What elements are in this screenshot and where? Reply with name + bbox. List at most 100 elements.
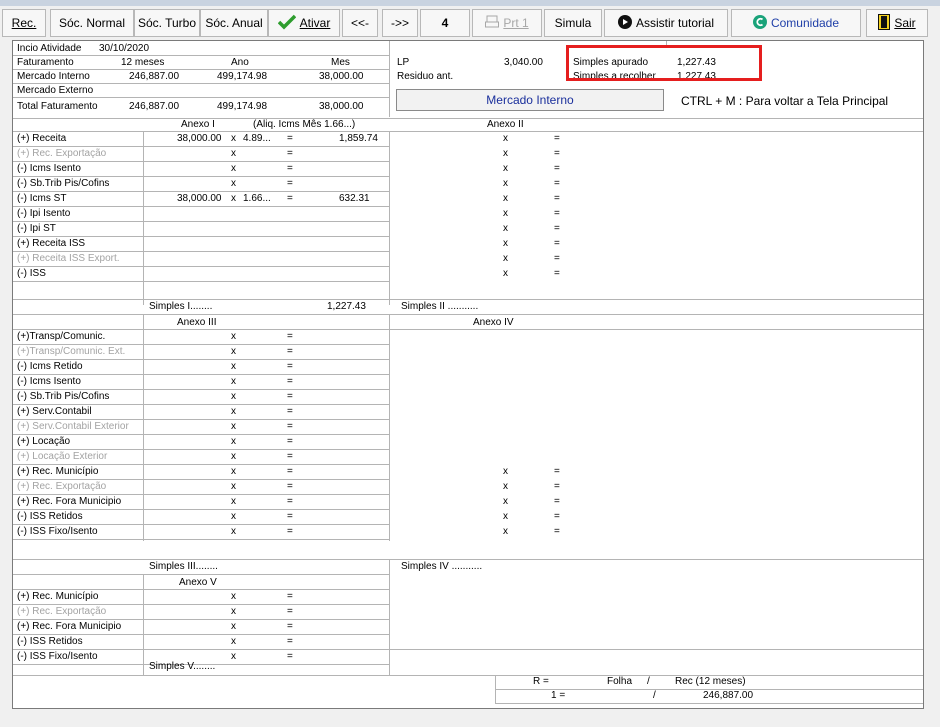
anexo-iv-row-eq: = — [554, 496, 560, 507]
anexo-iii-row-eq: = — [287, 346, 293, 357]
col-12-meses: 12 meses — [121, 57, 165, 68]
r-slash: / — [647, 676, 650, 687]
anexo-v-row-label: (-) ISS Retidos — [17, 636, 83, 647]
mercado-interno-button[interactable]: Mercado Interno — [396, 89, 664, 111]
anexo-i-row-label: (-) Sb.Trib Pis/Cofins — [17, 178, 110, 189]
total-faturamento-mes: 38,000.00 — [319, 101, 364, 112]
total-faturamento-label: Total Faturamento — [17, 101, 98, 112]
anexo-iii-row-x: x — [231, 481, 236, 492]
anexo-v-row-eq: = — [287, 606, 293, 617]
anexo-i-row-x: x — [231, 148, 236, 159]
anexo-iv-row-eq: = — [554, 511, 560, 522]
mercado-interno-ano: 499,174.98 — [217, 71, 268, 82]
anexo-v-row-x: x — [231, 636, 236, 647]
anexo-i-row-eq: = — [287, 148, 293, 159]
faturamento-label: Faturamento — [17, 57, 74, 68]
print-button[interactable]: Prt 1 — [472, 9, 542, 37]
anexo-i-row-eq: = — [287, 178, 293, 189]
anexo-ii-row-x: x — [503, 178, 508, 189]
rec-label: Rec. — [11, 16, 37, 30]
anexo-v-row-eq: = — [287, 591, 293, 602]
anexo-iii-row-x: x — [231, 436, 236, 447]
inicio-date: 30/10/2020 — [99, 43, 150, 54]
prev-button[interactable]: <<- — [342, 9, 378, 37]
rec-12-label: Rec (12 meses) — [675, 676, 746, 687]
anexo-iii-row-label: (-) ISS Fixo/Isento — [17, 526, 98, 537]
rec-12-value: 246,887.00 — [703, 690, 754, 701]
ativar-label: Ativar — [299, 16, 331, 30]
anexo-iii-row-eq: = — [287, 436, 293, 447]
main-panel: Incio Atividade 30/10/2020 Faturamento 1… — [12, 40, 924, 709]
simples-ii-label: Simples II ........... — [401, 301, 479, 312]
anexo-iv-row-x: x — [503, 496, 508, 507]
anexo-i-row-x: x — [231, 178, 236, 189]
tutorial-button[interactable]: Assistir tutorial — [604, 9, 728, 37]
anexo-iii-row-label: (-) Sb.Trib Pis/Cofins — [17, 391, 110, 402]
highlight-box — [566, 45, 762, 81]
anexo-i-row-label: (-) Ipi Isento — [17, 208, 71, 219]
anexo-v-title: Anexo V — [179, 577, 217, 588]
anexo-ii-row-eq: = — [554, 193, 560, 204]
anexo-ii-row-eq: = — [554, 268, 560, 279]
anexo-v-row-x: x — [231, 591, 236, 602]
anexo-iii-row-eq: = — [287, 466, 293, 477]
anexo-iii-row-x: x — [231, 496, 236, 507]
anexo-iv-row-x: x — [503, 481, 508, 492]
ativar-button[interactable]: Ativar — [268, 9, 340, 37]
anexo-i-row-label: (+) Rec. Exportação — [17, 148, 107, 159]
anexo-i-row-value: 38,000.00 — [177, 133, 222, 144]
anexo-ii-row-x: x — [503, 133, 508, 144]
anexo-v-row-label: (+) Rec. Fora Municipio — [17, 621, 122, 632]
anexo-i-row-label: (-) Icms ST — [17, 193, 67, 204]
anexo-iii-row-x: x — [231, 451, 236, 462]
checkmark-icon — [277, 14, 296, 33]
soc-anual-button[interactable]: Sóc. Anual — [200, 9, 268, 37]
anexo-ii-row-eq: = — [554, 253, 560, 264]
anexo-iii-row-x: x — [231, 406, 236, 417]
soc-anual-label: Sóc. Anual — [205, 16, 263, 30]
anexo-i-row-label: (-) Ipi ST — [17, 223, 56, 234]
anexo-ii-row-x: x — [503, 208, 508, 219]
anexo-iii-row-label: (+) Rec. Fora Municipio — [17, 496, 122, 507]
anexo-ii-row-eq: = — [554, 223, 560, 234]
anexo-ii-row-x: x — [503, 163, 508, 174]
anexo-ii-row-eq: = — [554, 163, 560, 174]
anexo-ii-row-eq: = — [554, 148, 560, 159]
simula-button[interactable]: Simula — [544, 9, 602, 37]
anexo-iii-row-label: (-) ISS Retidos — [17, 511, 83, 522]
one-slash: / — [653, 690, 656, 701]
anexo-ii-row-x: x — [503, 223, 508, 234]
r-label: R = — [533, 676, 549, 687]
anexo-v-row-x: x — [231, 651, 236, 662]
anexo-i-row-eq: = — [287, 163, 293, 174]
anexo-v-row-label: (+) Rec. Exportação — [17, 606, 107, 617]
rec-button[interactable]: Rec. — [2, 9, 46, 37]
anexo-v-row-eq: = — [287, 621, 293, 632]
anexo-iii-row-x: x — [231, 361, 236, 372]
anexo-iii-row-eq: = — [287, 331, 293, 342]
anexo-ii-row-x: x — [503, 253, 508, 264]
anexo-iii-row-eq: = — [287, 451, 293, 462]
anexo-i-aliq: (Aliq. Icms Mês 1.66...) — [253, 119, 356, 130]
anexo-v-row-eq: = — [287, 636, 293, 647]
mercado-externo-label: Mercado Externo — [17, 85, 94, 96]
anexo-i-row-rate: 4.89... — [243, 133, 271, 144]
simples-v-label: Simples V........ — [149, 661, 216, 672]
anexo-ii-row-eq: = — [554, 238, 560, 249]
page-number: 4 — [420, 9, 470, 37]
anexo-ii-title: Anexo II — [487, 119, 524, 130]
anexo-iii-row-eq: = — [287, 496, 293, 507]
lp-value: 3,040.00 — [504, 57, 543, 68]
sair-button[interactable]: Sair — [866, 9, 928, 37]
soc-normal-button[interactable]: Sóc. Normal — [50, 9, 134, 37]
anexo-iii-row-x: x — [231, 331, 236, 342]
mercado-interno-12: 246,887.00 — [129, 71, 180, 82]
anexo-iv-row-x: x — [503, 526, 508, 537]
anexo-iii-row-label: (-) Icms Isento — [17, 376, 81, 387]
soc-turbo-button[interactable]: Sóc. Turbo — [134, 9, 200, 37]
anexo-ii-row-x: x — [503, 148, 508, 159]
simples-iii-label: Simples III........ — [149, 561, 218, 572]
anexo-v-row-x: x — [231, 606, 236, 617]
comunidade-button[interactable]: Comunidade — [731, 9, 861, 37]
next-button[interactable]: ->> — [382, 9, 418, 37]
